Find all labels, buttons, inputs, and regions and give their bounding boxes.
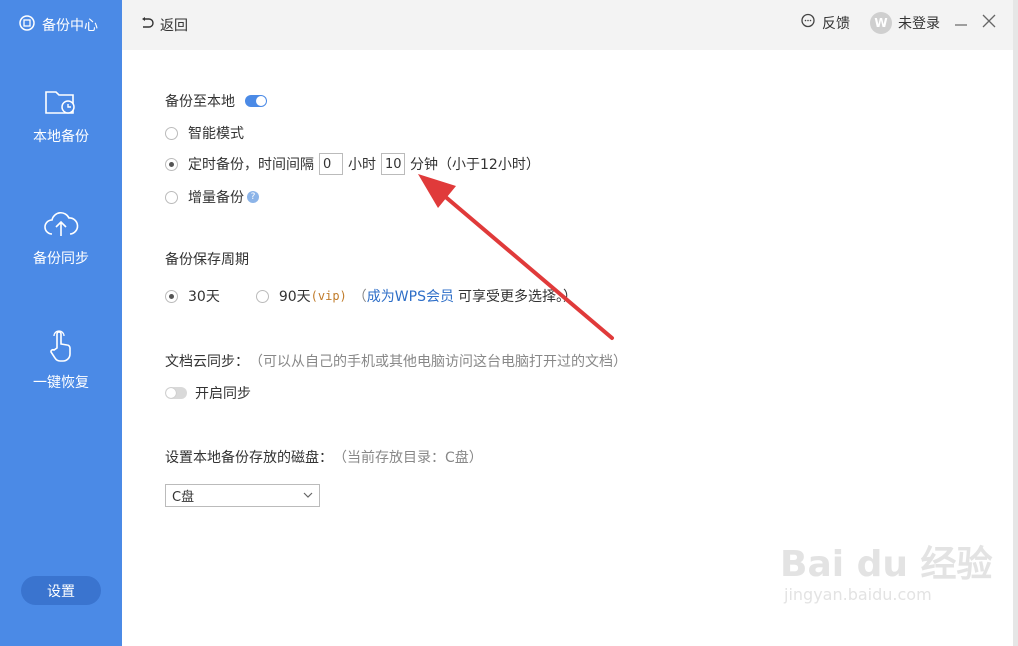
annotation-arrow [418, 174, 614, 340]
timed-backup-radio[interactable] [165, 157, 178, 171]
brand-label: 备份中心 [42, 18, 98, 34]
settings-button[interactable]: 设置 [21, 576, 101, 605]
sidebar-item-label: 本地备份 [33, 129, 89, 145]
retention-90-radio[interactable] [255, 289, 269, 303]
cloud-sync-hint: （可以从自己的手机或其他电脑访问这台电脑打开过的文档） [249, 354, 627, 370]
disk-hint: （当前存放目录：C盘） [333, 450, 483, 466]
feedback-button[interactable]: 反馈 [800, 13, 850, 33]
back-arrow-icon [140, 16, 154, 34]
disk-select[interactable]: C盘 [165, 484, 320, 507]
disk-section: 设置本地备份存放的磁盘： （当前存放目录：C盘） [165, 447, 483, 467]
retention-hint-open: （ [352, 289, 367, 305]
brand: 备份中心 [18, 14, 98, 36]
local-backup-toggle[interactable] [245, 95, 267, 107]
cloud-sync-toggle-label: 开启同步 [195, 386, 251, 402]
baidu-watermark: Bai du 经验 jingyan.baidu.com [780, 535, 993, 604]
top-bar-actions: 反馈 W 未登录 [800, 12, 996, 34]
watermark-url: jingyan.baidu.com [784, 585, 932, 604]
window-edge [1013, 0, 1018, 646]
retention-30-label: 30天 [188, 289, 220, 305]
sidebar-item-local-backup[interactable]: 本地备份 [0, 86, 122, 146]
login-button[interactable]: W 未登录 [870, 12, 940, 34]
top-bar: 返回 反馈 W 未登录 [122, 0, 1018, 50]
incremental-backup-option[interactable]: 增量备份 ? [165, 187, 259, 207]
back-label: 返回 [160, 18, 188, 34]
hours-unit: 小时 [348, 157, 376, 173]
smart-mode-radio[interactable] [165, 126, 178, 140]
sidebar: 备份中心 本地备份 备份同步 一键恢复 设置 [0, 0, 122, 646]
local-backup-section: 备份至本地 [165, 91, 267, 111]
cloud-sync-title: 文档云同步： [165, 354, 249, 370]
smart-mode-label: 智能模式 [188, 126, 244, 142]
sidebar-item-one-click-restore[interactable]: 一键恢复 [0, 328, 122, 392]
chevron-down-icon [303, 488, 313, 503]
avatar: W [870, 12, 892, 34]
watermark-brand: Bai du 经验 [780, 544, 993, 585]
cloud-sync-toggle-row[interactable]: 开启同步 [165, 383, 251, 403]
folder-clock-icon [44, 91, 78, 122]
vip-tag: (vip) [310, 289, 347, 303]
login-label: 未登录 [898, 16, 940, 32]
retention-30-radio[interactable] [165, 289, 178, 303]
help-icon[interactable]: ? [247, 191, 259, 203]
retention-title: 备份保存周期 [165, 252, 249, 268]
cloud-sync-toggle[interactable] [165, 387, 187, 399]
close-icon[interactable] [982, 14, 996, 32]
disk-select-value: C盘 [172, 490, 195, 505]
incremental-label: 增量备份 [188, 190, 244, 206]
disk-title: 设置本地备份存放的磁盘： [165, 450, 333, 466]
cloud-upload-icon [43, 212, 79, 244]
timed-backup-label: 定时备份，时间间隔 [188, 157, 314, 173]
retention-90-label: 90天 [278, 289, 311, 305]
chat-bubble-icon [800, 13, 816, 33]
hours-input[interactable] [319, 153, 343, 175]
hand-pointer-icon [44, 330, 78, 368]
local-backup-title: 备份至本地 [165, 94, 235, 110]
smart-mode-option[interactable]: 智能模式 [165, 123, 244, 143]
sidebar-item-label: 备份同步 [33, 251, 89, 267]
back-button[interactable]: 返回 [140, 15, 188, 35]
sidebar-item-backup-sync[interactable]: 备份同步 [0, 208, 122, 268]
cloud-sync-section: 文档云同步： （可以从自己的手机或其他电脑访问这台电脑打开过的文档） [165, 351, 627, 371]
incremental-radio[interactable] [165, 190, 178, 204]
feedback-label: 反馈 [822, 16, 850, 32]
sidebar-item-label: 一键恢复 [33, 375, 89, 391]
brand-icon [18, 14, 36, 36]
minimize-icon[interactable] [954, 14, 968, 32]
